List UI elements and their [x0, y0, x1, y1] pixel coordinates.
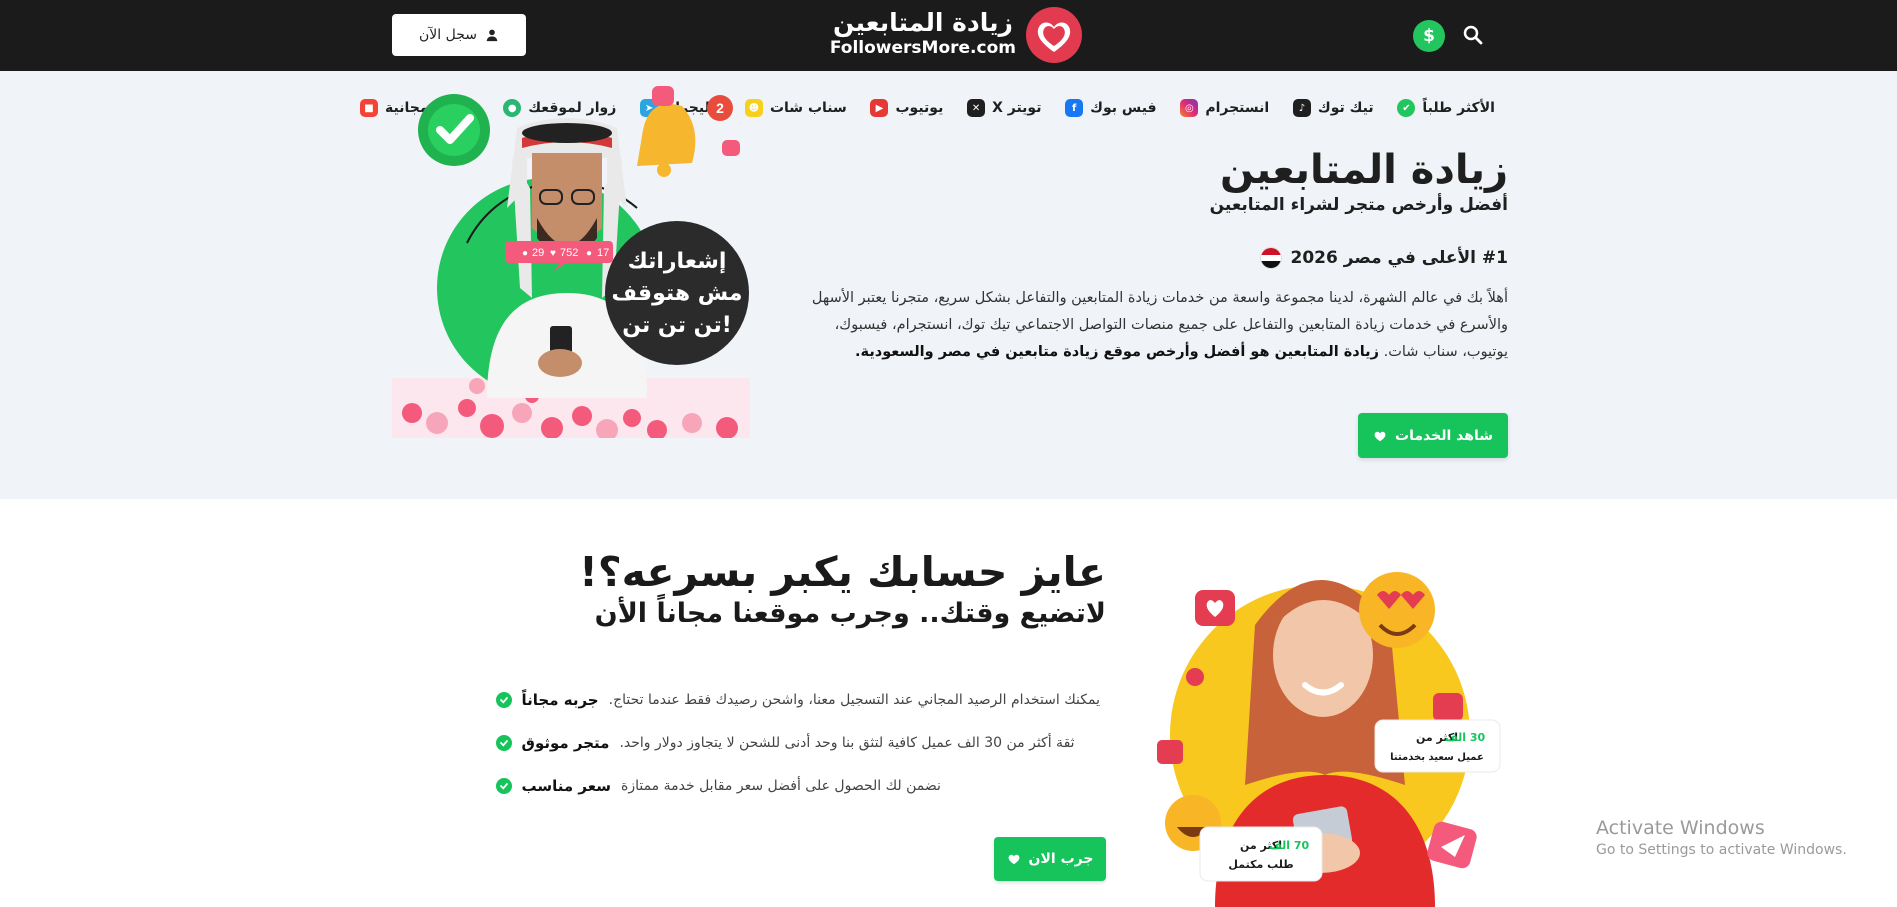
card2-num: 70 الف	[1269, 839, 1309, 852]
hero-subtitle: أفضل وأرخص متجر لشراء المتابعين	[1209, 195, 1508, 215]
nav-item-label: تيك توك	[1317, 100, 1374, 116]
verified-badge-icon	[418, 94, 490, 166]
hero-section: ✔ الأكثر طلباً ♪ تيك توك ◎ انستجرام f في…	[0, 71, 1897, 499]
bell-icon: 2	[637, 95, 733, 177]
svg-text:♥: ♥	[550, 248, 556, 259]
hero-desc-bold: زيادة المتابعين هو أفضل وأرخص موقع زيادة…	[855, 344, 1379, 360]
dollar-symbol: $	[1423, 26, 1435, 46]
register-button[interactable]: سجل الآن	[392, 14, 526, 56]
nav-item-most-requested[interactable]: ✔ الأكثر طلباً	[1397, 99, 1495, 117]
heart-icon	[1008, 854, 1019, 865]
card1-post: عميل سعيد بخدمتنا	[1390, 752, 1484, 763]
feature-item: جربه مجاناً يمكنك استخدام الرصيد المجاني…	[495, 678, 1106, 721]
watermark-subtitle: Go to Settings to activate Windows.	[1596, 842, 1847, 858]
view-services-button[interactable]: شاهد الخدمات	[1358, 413, 1508, 458]
dollar-icon[interactable]: $	[1413, 20, 1445, 52]
nav-item-facebook[interactable]: f فيس بوك	[1065, 99, 1157, 117]
nav-item-label: تويتر X	[992, 100, 1042, 116]
bubble-line1: إشعاراتك	[628, 249, 727, 274]
nav-item-label: انستجرام	[1205, 100, 1270, 116]
svg-text:●: ●	[522, 248, 528, 259]
woman-illustration: اكثر من 30 الف عميل سعيد بخدمتنا اكثر من…	[1157, 572, 1501, 907]
check-icon	[495, 734, 512, 751]
feature-text: نضمن لك الحصول على أفضل سعر مقابل خدمة م…	[620, 777, 941, 794]
nav-item-youtube[interactable]: ▶ يوتيوب	[870, 99, 943, 117]
stat-comments: 29	[532, 247, 544, 259]
card1-num: 30 الف	[1445, 731, 1485, 744]
orders-card: اكثر من 70 الف طلب مكتمل	[1199, 826, 1323, 882]
rank-text: #1 الأعلى في مصر 2026	[1290, 248, 1509, 268]
stat-followers: 17	[597, 247, 609, 259]
customers-card: اكثر من 30 الف عميل سعيد بخدمتنا	[1374, 719, 1501, 773]
feature-text: ثقة أكثر من 30 الف عميل كافية لتثق بنا و…	[619, 734, 1075, 751]
svg-text:●: ●	[586, 248, 592, 259]
features-list: جربه مجاناً يمكنك استخدام الرصيد المجاني…	[495, 678, 1106, 807]
logo-english-text: FollowersMore.com	[829, 38, 1016, 58]
check-icon	[495, 777, 512, 794]
section2-subtitle: لاتضيع وقتك.. وجرب موقعنا مجاناً الأن	[594, 598, 1106, 629]
feature-item: سعر مناسب نضمن لك الحصول على أفضل سعر مق…	[495, 764, 1106, 807]
hero-description: أهلاً بك في عالم الشهرة، لدينا مجموعة وا…	[788, 285, 1508, 366]
gift-icon: ■	[360, 99, 378, 117]
nav-item-label: الأكثر طلباً	[1422, 100, 1495, 116]
register-label: سجل الآن	[419, 27, 477, 43]
nav-item-label: سناب شات	[769, 100, 847, 116]
top-bar: سجل الآن زيادة المتابعين FollowersMore.c…	[0, 0, 1897, 71]
bell-badge-count: 2	[716, 100, 724, 116]
nav-item-label: يوتيوب	[895, 100, 944, 116]
feature-title: جربه مجاناً	[521, 690, 599, 709]
stat-likes: 752	[560, 247, 578, 259]
egypt-flag-icon	[1259, 247, 1282, 269]
hero-illustration: 2 ● 29 ♥ 752 ● 17 إشعاراتك مش هتوقف تن ت…	[392, 86, 750, 438]
search-icon[interactable]	[1462, 24, 1484, 46]
feature-item: متجر موثوق ثقة أكثر من 30 الف عميل كافية…	[495, 721, 1106, 764]
bubble-line3: تن تن تن!	[622, 313, 732, 338]
bubble-line2: مش هتوقف	[611, 281, 742, 306]
nav-item-label: فيس بوك	[1090, 100, 1157, 116]
card2-post: طلب مكتمل	[1228, 858, 1293, 871]
feature-title: متجر موثوق	[521, 733, 610, 752]
hero-title: زيادة المتابعين	[1220, 147, 1508, 193]
view-services-label: شاهد الخدمات	[1395, 427, 1493, 444]
feature-title: سعر مناسب	[521, 776, 611, 795]
notifications-bubble: إشعاراتك مش هتوقف تن تن تن!	[605, 221, 749, 365]
instagram-icon: ◎	[1180, 99, 1199, 117]
x-icon: ✕	[967, 99, 986, 117]
try-now-button[interactable]: جرب الان	[994, 837, 1106, 881]
section2-title: عايز حسابك يكبر بسرعه؟!	[579, 548, 1106, 596]
facebook-icon: f	[1065, 99, 1084, 117]
tiktok-icon: ♪	[1292, 99, 1311, 117]
logo-arabic-text: زيادة المتابعين	[832, 8, 1013, 37]
nav-item-snapchat[interactable]: ☻ سناب شات	[744, 99, 847, 117]
heart-icon	[1374, 431, 1386, 441]
watermark-title: Activate Windows	[1596, 817, 1765, 839]
nav-item-twitter[interactable]: ✕ تويتر X	[967, 99, 1041, 117]
heart-eyes-emoji-icon	[1359, 572, 1435, 648]
try-now-label: جرب الان	[1028, 851, 1094, 867]
nav-item-instagram[interactable]: ◎ انستجرام	[1180, 99, 1269, 117]
rank-line: #1 الأعلى في مصر 2026	[1259, 247, 1509, 269]
user-icon	[486, 29, 498, 42]
youtube-icon: ▶	[870, 99, 889, 117]
nav-item-tiktok[interactable]: ♪ تيك توك	[1292, 99, 1374, 117]
site-logo[interactable]: زيادة المتابعين FollowersMore.com	[830, 6, 1084, 64]
heart-logo-icon	[1026, 7, 1082, 63]
check-icon	[495, 691, 512, 708]
activate-windows-watermark: Activate Windows Go to Settings to activ…	[1596, 816, 1847, 860]
check-badge-icon: ✔	[1397, 99, 1416, 117]
feature-text: يمكنك استخدام الرصيد المجاني عند التسجيل…	[608, 691, 1100, 708]
